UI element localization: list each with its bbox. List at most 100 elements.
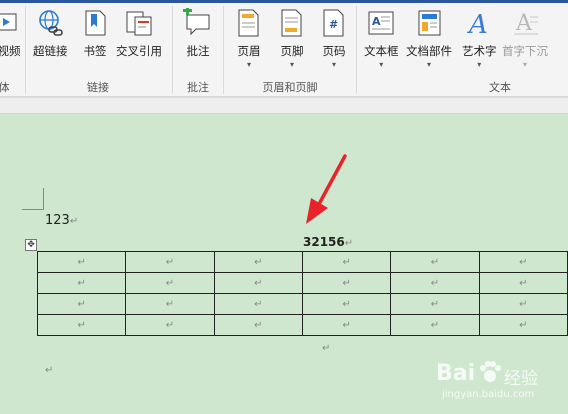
header-text-line[interactable]: 123↵	[45, 213, 78, 228]
word-table[interactable]: ↵ ↵ ↵ ↵ ↵ ↵ ↵ ↵ ↵ ↵ ↵ ↵ ↵ ↵ ↵ ↵ ↵ ↵ ↵ ↵ ↵ ↵ ↵ ↵	[36, 251, 568, 336]
table-cell[interactable]: ↵	[390, 293, 480, 315]
header-text: 123	[45, 213, 70, 228]
bookmark-icon	[80, 8, 110, 38]
group-separator	[25, 6, 26, 94]
page-number-button[interactable]: # 页码 ▾	[319, 8, 349, 74]
table-move-handle-icon[interactable]: ✥	[25, 239, 37, 251]
table-cell[interactable]: ↵	[125, 272, 215, 294]
group-label-links: 链接	[87, 81, 109, 94]
table-cell[interactable]: ↵	[213, 314, 303, 336]
new-comment-button[interactable]: 批注	[183, 6, 213, 74]
table-row: ↵ ↵ ↵ ↵ ↵ ↵	[36, 314, 568, 336]
svg-text:#: #	[329, 18, 338, 31]
online-video-button[interactable]: 视频	[0, 8, 24, 74]
table-cell[interactable]: ↵	[36, 293, 127, 315]
drop-cap-dropdown-caret: ▾	[522, 60, 527, 69]
group-label-header-footer: 页眉和页脚	[262, 81, 318, 94]
drop-cap-button[interactable]: A 首字下沉 ▾	[502, 8, 548, 74]
table-cell[interactable]: ↵	[213, 272, 303, 294]
table-heading: 32156	[303, 235, 345, 249]
hyperlink-button[interactable]: 超链接	[33, 8, 68, 74]
table-cell[interactable]: ↵	[390, 272, 480, 294]
ruler-band	[0, 98, 568, 114]
group-label-media: 体	[0, 81, 10, 94]
table-cell[interactable]: ↵	[478, 314, 568, 336]
table-row: ↵ ↵ ↵ ↵ ↵ ↵	[36, 272, 568, 294]
page-number-icon: #	[319, 8, 349, 38]
table-cell[interactable]: ↵	[390, 314, 480, 336]
table-row: ↵ ↵ ↵ ↵ ↵ ↵	[36, 293, 568, 315]
wordart-icon: A	[464, 8, 494, 40]
margin-corner-mark	[43, 188, 44, 210]
text-box-icon: A	[366, 8, 396, 38]
header-dropdown-caret[interactable]: ▾	[247, 61, 251, 69]
header-label: 页眉	[237, 44, 261, 58]
table-cell[interactable]: ↵	[36, 251, 127, 273]
new-comment-label: 批注	[186, 44, 210, 58]
text-box-label: 文本框	[364, 44, 399, 58]
ribbon-accent-bar	[0, 0, 568, 3]
cross-reference-icon	[124, 8, 154, 38]
table-heading-line[interactable]: 32156↵	[303, 235, 353, 249]
group-separator	[172, 6, 173, 94]
footer-dropdown-caret[interactable]: ▾	[290, 61, 294, 69]
drop-cap-icon: A	[510, 8, 540, 38]
table-cell[interactable]: ↵	[478, 293, 568, 315]
hyperlink-label: 超链接	[33, 44, 68, 58]
bookmark-label: 书签	[83, 44, 107, 58]
annotation-arrow	[306, 154, 347, 224]
header-button[interactable]: 页眉 ▾	[234, 8, 264, 74]
group-label-comments: 批注	[187, 81, 209, 94]
table-cell[interactable]: ↵	[301, 251, 392, 273]
paragraph-mark: ↵	[322, 343, 331, 354]
wordart-dropdown-caret[interactable]: ▾	[477, 61, 481, 69]
video-icon	[0, 8, 24, 38]
svg-text:A: A	[467, 10, 488, 38]
paragraph-mark: ↵	[45, 365, 54, 376]
globe-link-icon	[35, 8, 65, 38]
quick-parts-dropdown-caret[interactable]: ▾	[427, 61, 431, 69]
wordart-button[interactable]: A 艺术字 ▾	[462, 8, 497, 74]
table-cell[interactable]: ↵	[125, 314, 215, 336]
paragraph-mark: ↵	[69, 216, 79, 227]
table-cell[interactable]: ↵	[301, 293, 392, 315]
table-cell[interactable]: ↵	[301, 272, 392, 294]
table-cell[interactable]: ↵	[301, 314, 392, 336]
quick-parts-label: 文档部件	[406, 44, 452, 58]
cross-reference-label: 交叉引用	[116, 44, 162, 58]
baidu-jingyan-watermark: Bai 经验 jingyan.baidu.com	[416, 355, 566, 405]
margin-corner-mark	[22, 209, 44, 210]
cross-reference-button[interactable]: 交叉引用	[116, 8, 162, 74]
drop-cap-label: 首字下沉	[502, 44, 548, 58]
ribbon: 视频 超链接 书签 交叉引用 批注 页眉 ▾ 页脚 ▾ # 页码 ▾ A 文本框…	[0, 0, 568, 97]
table-cell[interactable]: ↵	[213, 293, 303, 315]
table-cell[interactable]: ↵	[125, 251, 215, 273]
text-box-dropdown-caret[interactable]: ▾	[379, 61, 383, 69]
table-cell[interactable]: ↵	[36, 272, 127, 294]
footer-button[interactable]: 页脚 ▾	[277, 8, 307, 74]
paw-icon	[478, 359, 502, 385]
text-box-button[interactable]: A 文本框 ▾	[364, 8, 399, 74]
group-separator	[356, 6, 357, 94]
table-cell[interactable]: ↵	[478, 251, 568, 273]
svg-text:A: A	[515, 11, 533, 36]
header-icon	[234, 8, 264, 38]
table-cell[interactable]: ↵	[125, 293, 215, 315]
watermark-brand: Bai	[436, 361, 476, 386]
group-label-text: 文本	[489, 81, 511, 94]
table-cell[interactable]: ↵	[478, 272, 568, 294]
quick-parts-button[interactable]: 文档部件 ▾	[406, 8, 452, 74]
table-cell[interactable]: ↵	[213, 251, 303, 273]
table-cell[interactable]: ↵	[390, 251, 480, 273]
footer-icon	[277, 8, 307, 38]
online-video-label: 视频	[0, 44, 21, 58]
svg-text:A: A	[372, 15, 381, 28]
paragraph-mark: ↵	[344, 238, 354, 249]
table-row: ↵ ↵ ↵ ↵ ↵ ↵	[36, 251, 568, 273]
bookmark-button[interactable]: 书签	[80, 8, 110, 74]
table-cell[interactable]: ↵	[36, 314, 127, 336]
watermark-url: jingyan.baidu.com	[442, 389, 535, 400]
group-separator	[223, 6, 224, 94]
wordart-label: 艺术字	[462, 44, 497, 58]
page-number-dropdown-caret[interactable]: ▾	[332, 61, 336, 69]
